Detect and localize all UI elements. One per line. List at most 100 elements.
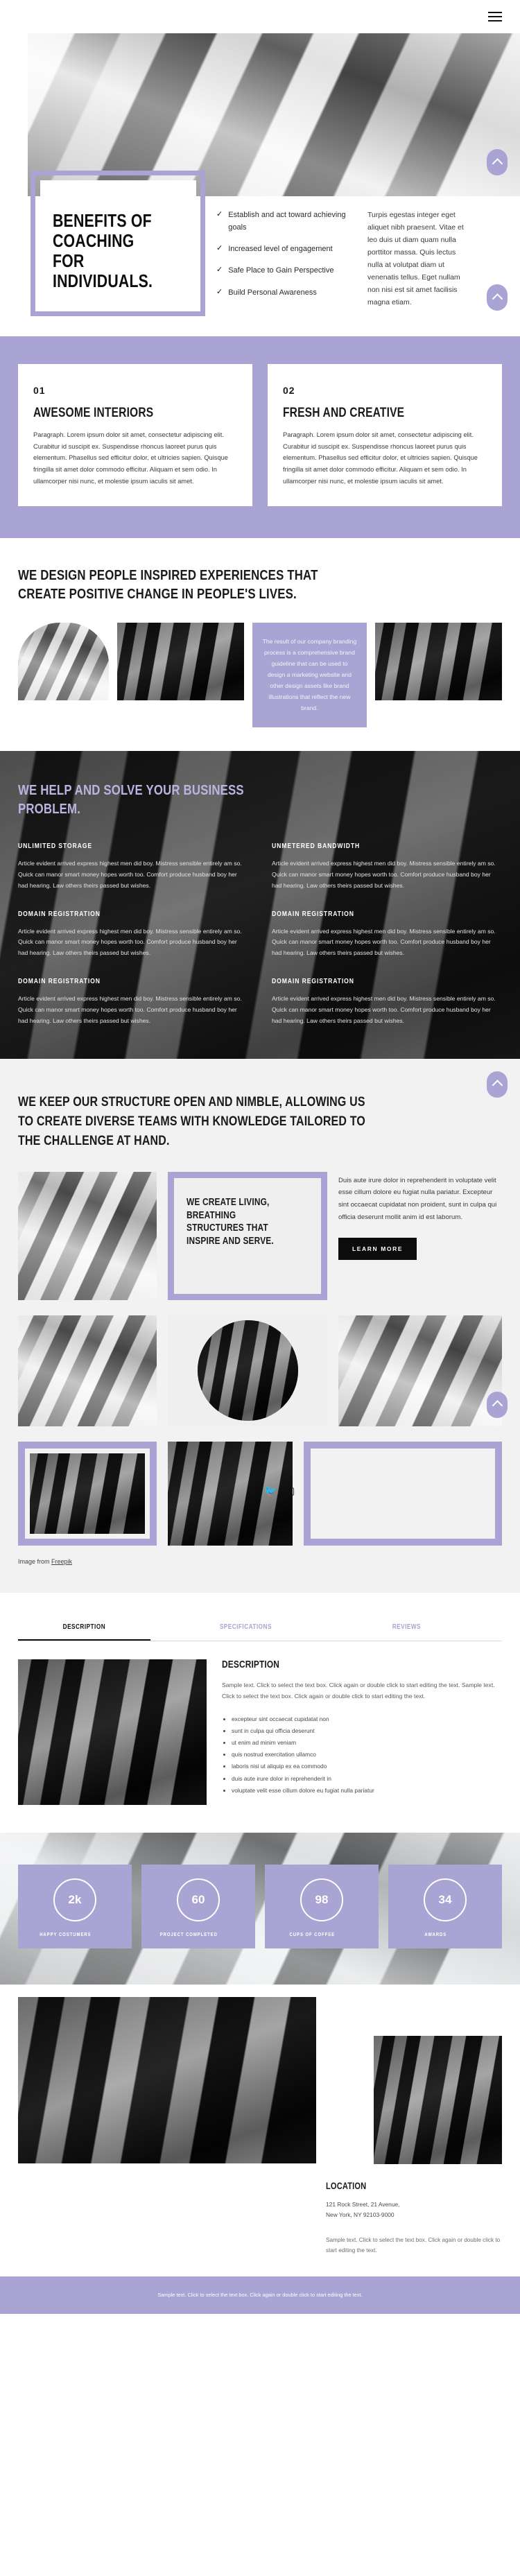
hamburger-menu-icon[interactable] xyxy=(488,9,502,24)
check-icon: ✓ xyxy=(216,244,223,253)
feature-text: Article evident arrived express highest … xyxy=(18,995,242,1025)
tab-bar: DESCRIPTION SPECIFICATIONS REVIEWS xyxy=(18,1623,502,1641)
scroll-to-top-button[interactable] xyxy=(487,284,508,311)
stat-item: 2k HAPPY COSTUMERS xyxy=(18,1864,132,1948)
design-image-two xyxy=(116,623,244,701)
credit-link[interactable]: Freepik xyxy=(51,1558,72,1565)
design-image-arch xyxy=(18,623,109,701)
credit-prefix: Image from xyxy=(18,1557,52,1565)
portrait-wrapper xyxy=(168,1315,327,1426)
tabs-section: DESCRIPTION SPECIFICATIONS REVIEWS DESCR… xyxy=(0,1592,520,1833)
feature-text: Article evident arrived express highest … xyxy=(272,927,496,957)
list-item: ✓ Establish and act toward achieving goal… xyxy=(216,209,348,234)
stat-label: CUPS OF COFFEE xyxy=(289,1930,336,1937)
structure-copy: Duis aute irure dolor in reprehenderit i… xyxy=(338,1172,502,1300)
feature-title: DOMAIN REGISTRATION xyxy=(272,977,354,986)
structure-image-c xyxy=(338,1315,502,1426)
structure-framed-image-b: 𝗳 🐦 ▢ xyxy=(251,1441,502,1546)
feature-text: Article evident arrived express highest … xyxy=(272,995,496,1025)
business-problem-section: WE HELP AND SOLVE YOUR BUSINESS PROBLEM.… xyxy=(0,751,520,1059)
burger-line xyxy=(488,12,502,13)
tab-panel-title: DESCRIPTION xyxy=(222,1659,280,1670)
design-image-three xyxy=(375,623,502,701)
burger-line xyxy=(488,16,502,17)
feature-item: DOMAIN REGISTRATION Article evident arri… xyxy=(272,977,502,1027)
structure-row-one: WE CREATE LIVING, BREATHING STRUCTURES T… xyxy=(18,1171,502,1300)
contact-portrait xyxy=(374,2035,502,2164)
scroll-to-top-button[interactable] xyxy=(487,1391,508,1418)
burger-line xyxy=(488,20,502,21)
location-address-line1: 121 Rock Street, 21 Avenue, xyxy=(326,2200,400,2208)
design-section: WE DESIGN PEOPLE INSPIRED EXPERIENCES TH… xyxy=(0,284,520,751)
card-title: AWESOME INTERIORS xyxy=(33,406,154,421)
stats-grid: 2k HAPPY COSTUMERS 60 PROJECT COMPLETED … xyxy=(18,1864,502,1948)
feature-text: Article evident arrived express highest … xyxy=(272,859,496,889)
learn-more-button[interactable]: LEARN MORE xyxy=(338,1237,417,1260)
card-text: Paragraph. Lorem ipsum dolor sit amet, c… xyxy=(283,431,478,485)
location-image xyxy=(18,1996,316,2163)
list-item: laboris nisi ut aliquip ex ea commodo xyxy=(232,1761,502,1772)
scroll-to-top-button[interactable] xyxy=(487,149,508,175)
list-item: ✓ Safe Place to Gain Perspective xyxy=(216,264,348,277)
stat-value: 60 xyxy=(177,1878,220,1921)
check-icon: ✓ xyxy=(216,287,223,296)
structure-framed-image-a xyxy=(18,1441,157,1546)
chevron-up-icon xyxy=(492,293,503,304)
list-item: sunt in culpa qui officia deserunt xyxy=(232,1725,502,1737)
checklist-label: Build Personal Awareness xyxy=(228,288,317,297)
list-item: ✓ Increased level of engagement xyxy=(216,243,348,255)
tab-specifications[interactable]: SPECIFICATIONS xyxy=(180,1623,312,1641)
site-header xyxy=(0,0,520,33)
stat-item: 34 AWARDS xyxy=(388,1864,502,1948)
hero-card: BENEFITS OF COACHING FOR INDIVIDUALS. xyxy=(40,180,196,309)
card-number: 01 xyxy=(33,385,46,397)
feature-card: 02 FRESH AND CREATIVE Paragraph. Lorem i… xyxy=(268,364,502,507)
tab-panel: DESCRIPTION Sample text. Click to select… xyxy=(18,1659,502,1805)
feature-item: UNMETERED BANDWIDTH Article evident arri… xyxy=(272,842,502,892)
feature-item: DOMAIN REGISTRATION Article evident arri… xyxy=(18,910,248,960)
design-heading: WE DESIGN PEOPLE INSPIRED EXPERIENCES TH… xyxy=(18,567,318,603)
stat-label: AWARDS xyxy=(424,1930,447,1937)
structure-heading: WE KEEP OUR STRUCTURE OPEN AND NIMBLE, A… xyxy=(18,1093,365,1149)
feature-item: DOMAIN REGISTRATION Article evident arri… xyxy=(18,977,248,1027)
feature-text: Article evident arrived express highest … xyxy=(18,859,242,889)
facebook-icon[interactable]: 𝗳 xyxy=(251,1485,256,1497)
tab-panel-image xyxy=(18,1659,207,1805)
tab-panel-copy: DESCRIPTION Sample text. Click to select… xyxy=(222,1659,502,1805)
tab-description[interactable]: DESCRIPTION xyxy=(18,1623,150,1641)
check-icon: ✓ xyxy=(216,266,223,275)
site-footer: Sample text. Click to select the text bo… xyxy=(0,2276,520,2315)
tab-reviews[interactable]: REVIEWS xyxy=(340,1623,473,1641)
location-address-line2: New York, NY 92103-9000 xyxy=(326,2211,395,2219)
social-links: 𝗳 🐦 ▢ xyxy=(251,1485,295,1497)
checklist-label: Establish and act toward achieving goals xyxy=(228,211,346,232)
stat-value: 98 xyxy=(300,1878,343,1921)
dark-heading: WE HELP AND SOLVE YOUR BUSINESS PROBLEM. xyxy=(18,782,244,817)
instagram-icon[interactable]: ▢ xyxy=(285,1485,295,1497)
quote-frame: WE CREATE LIVING, BREATHING STRUCTURES T… xyxy=(168,1171,327,1300)
structure-row-three: 𝗳 🐦 ▢ xyxy=(18,1441,502,1546)
card-number: 02 xyxy=(283,385,295,397)
feature-text: Article evident arrived express highest … xyxy=(18,927,242,957)
chevron-up-icon xyxy=(492,157,503,169)
feature-title: DOMAIN REGISTRATION xyxy=(18,977,101,986)
stats-section: 2k HAPPY COSTUMERS 60 PROJECT COMPLETED … xyxy=(0,1832,520,1985)
scroll-to-top-button[interactable] xyxy=(487,1071,508,1098)
feature-title: DOMAIN REGISTRATION xyxy=(272,909,354,918)
hero-paragraph: Turpis egestas integer eget aliquet nibh… xyxy=(367,211,464,307)
structure-section: WE KEEP OUR STRUCTURE OPEN AND NIMBLE, A… xyxy=(0,1058,520,1593)
check-icon: ✓ xyxy=(216,210,223,218)
tab-panel-text: Sample text. Click to select the text bo… xyxy=(222,1681,495,1700)
stat-item: 98 CUPS OF COFFEE xyxy=(265,1864,379,1948)
checklist-label: Safe Place to Gain Perspective xyxy=(228,266,334,275)
twitter-icon[interactable]: 🐦 xyxy=(264,1485,277,1497)
landing-page: BENEFITS OF COACHING FOR INDIVIDUALS. ✓ E… xyxy=(0,0,520,2315)
image-credit: Image from Freepik xyxy=(18,1558,502,1565)
stat-item: 60 PROJECT COMPLETED xyxy=(141,1864,255,1948)
structure-image-a xyxy=(18,1171,157,1300)
list-item: voluptate velit esse cillum dolore eu fu… xyxy=(232,1785,502,1797)
tab-bullet-list: excepteur sint occaecat cupidatat non su… xyxy=(222,1713,502,1797)
structure-paragraph: Duis aute irure dolor in reprehenderit i… xyxy=(338,1176,497,1221)
feature-cards-section: 01 AWESOME INTERIORS Paragraph. Lorem ip… xyxy=(0,336,520,539)
design-row: The result of our company branding proce… xyxy=(18,623,502,728)
